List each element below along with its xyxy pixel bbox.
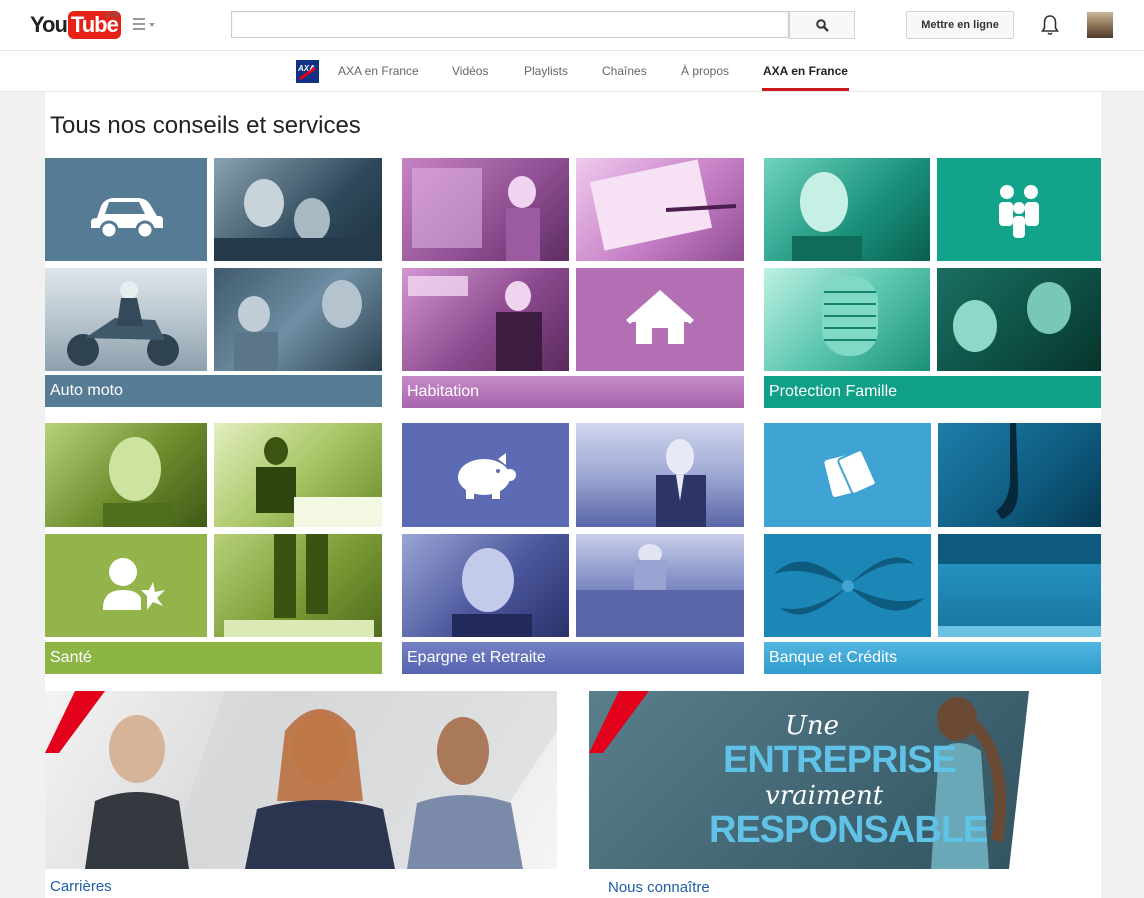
tab-playlists[interactable]: Playlists bbox=[524, 64, 568, 78]
famille-photo-couple[interactable] bbox=[937, 268, 1101, 371]
habitation-photo-shop[interactable] bbox=[402, 158, 569, 261]
promo-carrieres-link[interactable]: Carrières bbox=[50, 878, 112, 895]
category-bar-auto-moto[interactable]: Auto moto bbox=[45, 375, 382, 407]
logo-region: FR bbox=[106, 11, 120, 22]
famille-photo-man[interactable] bbox=[764, 158, 930, 261]
youtube-logo[interactable]: You Tube FR bbox=[30, 11, 121, 39]
upload-button[interactable]: Mettre en ligne bbox=[906, 11, 1014, 39]
section-title: Tous nos conseils et services bbox=[50, 112, 361, 139]
search-input[interactable] bbox=[231, 11, 789, 38]
banque-photo-spiral[interactable] bbox=[764, 534, 931, 637]
auto-photo-motorbike[interactable] bbox=[45, 268, 207, 371]
promo-carrieres-banner[interactable] bbox=[45, 691, 557, 869]
promo-text-line4: RESPONSABLE bbox=[709, 809, 988, 851]
tab-axa-en-france[interactable]: AXA en France bbox=[763, 64, 848, 78]
avatar[interactable] bbox=[1087, 12, 1113, 38]
epargne-photo-man[interactable] bbox=[576, 423, 744, 527]
banque-icon-tile[interactable] bbox=[764, 423, 931, 527]
guide-menu-icon[interactable] bbox=[133, 18, 155, 32]
habitation-photo-signing[interactable] bbox=[576, 158, 744, 261]
tab-home[interactable]: AXA en France bbox=[338, 64, 419, 78]
promo-text-line3: vraiment bbox=[765, 781, 884, 811]
famille-icon-tile[interactable] bbox=[937, 158, 1101, 261]
famille-photo-microphone[interactable] bbox=[764, 268, 930, 371]
category-bar-habitation[interactable]: Habitation bbox=[402, 376, 744, 408]
channel-nav: AXA AXA en France Vidéos Playlists Chaîn… bbox=[0, 51, 1144, 92]
house-icon bbox=[626, 290, 694, 344]
banque-photo-desk[interactable] bbox=[938, 534, 1101, 637]
sante-photo-man[interactable] bbox=[45, 423, 207, 527]
category-bar-epargne-retraite[interactable]: Epargne et Retraite bbox=[402, 642, 744, 674]
category-bar-protection-famille[interactable]: Protection Famille bbox=[764, 376, 1101, 408]
tab-videos[interactable]: Vidéos bbox=[452, 64, 488, 78]
family-icon bbox=[999, 185, 1039, 238]
auto-photo-driving[interactable] bbox=[214, 158, 382, 261]
logo-text-you: You bbox=[30, 12, 68, 37]
promo-nous-connaitre-banner[interactable]: Une ENTREPRISE vraiment RESPONSABLE bbox=[589, 691, 1101, 869]
top-bar: You Tube FR Mettre en ligne bbox=[0, 0, 1144, 51]
axa-logo-text: AXA bbox=[298, 64, 315, 73]
banque-photo-phone[interactable] bbox=[938, 423, 1101, 527]
auto-icon-tile[interactable] bbox=[45, 158, 207, 261]
sante-photo-legs[interactable] bbox=[214, 534, 382, 637]
cards-icon bbox=[824, 449, 877, 497]
category-bar-sante[interactable]: Santé bbox=[45, 642, 382, 674]
search-button[interactable] bbox=[789, 11, 855, 39]
car-icon bbox=[91, 198, 163, 240]
promo-nous-connaitre-link[interactable]: Nous connaître bbox=[608, 879, 710, 896]
auto-photo-family[interactable] bbox=[214, 268, 382, 371]
axa-channel-logo[interactable]: AXA bbox=[296, 60, 319, 83]
piggy-bank-icon bbox=[458, 453, 516, 499]
habitation-photo-man[interactable] bbox=[402, 268, 569, 371]
active-tab-indicator bbox=[762, 88, 849, 91]
epargne-icon-tile[interactable] bbox=[402, 423, 569, 527]
promo-text-line1: Une bbox=[785, 711, 840, 741]
tab-channels[interactable]: Chaînes bbox=[602, 64, 647, 78]
health-icon bbox=[103, 558, 165, 610]
habitation-icon-tile[interactable] bbox=[576, 268, 744, 371]
search-icon bbox=[815, 18, 829, 32]
epargne-photo-paris[interactable] bbox=[576, 534, 744, 637]
category-bar-banque-credits[interactable]: Banque et Crédits bbox=[764, 642, 1101, 674]
epargne-photo-portrait[interactable] bbox=[402, 534, 569, 637]
tab-about[interactable]: À propos bbox=[681, 64, 729, 78]
sante-photo-office[interactable] bbox=[214, 423, 382, 527]
bell-icon[interactable] bbox=[1040, 14, 1060, 36]
sante-icon-tile[interactable] bbox=[45, 534, 207, 637]
promo-text-line2: ENTREPRISE bbox=[723, 739, 957, 781]
